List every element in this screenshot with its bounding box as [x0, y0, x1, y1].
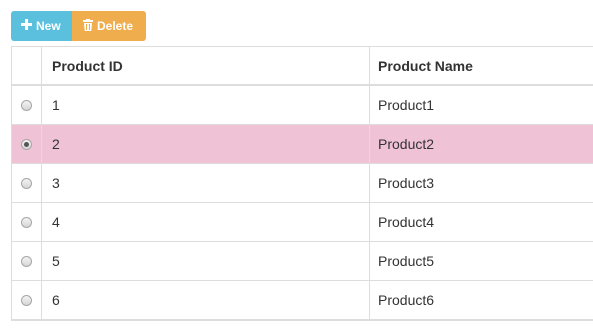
row-select-cell	[12, 242, 42, 280]
row-radio-button[interactable]	[21, 177, 32, 189]
product-id-cell: 5	[42, 242, 370, 280]
product-id-cell: 2	[42, 125, 370, 163]
row-select-cell	[12, 281, 42, 319]
new-button[interactable]: New	[11, 11, 72, 41]
table-row[interactable]: 1 Product1	[12, 86, 593, 125]
plus-icon	[21, 19, 32, 33]
product-name-cell: Product3	[378, 175, 435, 191]
header-select-column	[12, 47, 42, 84]
product-id-cell: 6	[42, 281, 370, 319]
row-radio-button[interactable]	[21, 294, 32, 306]
header-product-id[interactable]: Product ID	[42, 47, 370, 84]
table-header-row: Product ID Product Name	[12, 47, 593, 86]
product-name-cell: Product5	[378, 253, 435, 269]
trash-icon	[83, 18, 93, 34]
product-grid: Product ID Product Name 1 Product1 2 Produc…	[11, 46, 593, 321]
delete-button-label: Delete	[97, 19, 134, 33]
product-name-cell: Product6	[378, 292, 435, 308]
table-row[interactable]: 2 Product2	[12, 125, 593, 164]
product-name-cell: Product2	[378, 136, 435, 152]
table-row[interactable]: 6 Product6	[12, 281, 593, 319]
row-radio-button[interactable]	[21, 216, 32, 228]
row-radio-button[interactable]	[21, 138, 32, 150]
toolbar: New Delete	[11, 11, 146, 41]
table-row[interactable]: 5 Product5	[12, 242, 593, 281]
product-name-cell: Product1	[378, 97, 435, 113]
header-product-name[interactable]: Product Name	[370, 47, 593, 84]
product-id-cell: 4	[42, 203, 370, 241]
table-row[interactable]: 4 Product4	[12, 203, 593, 242]
product-name-cell: Product4	[378, 214, 435, 230]
row-select-cell	[12, 164, 42, 202]
product-id-cell: 3	[42, 164, 370, 202]
row-select-cell	[12, 125, 42, 163]
row-select-cell	[12, 86, 42, 124]
row-radio-button[interactable]	[21, 99, 32, 111]
new-button-label: New	[36, 19, 61, 33]
product-id-cell: 1	[42, 86, 370, 124]
delete-button[interactable]: Delete	[72, 11, 146, 41]
row-radio-button[interactable]	[21, 255, 32, 267]
table-row[interactable]: 3 Product3	[12, 164, 593, 203]
row-select-cell	[12, 203, 42, 241]
